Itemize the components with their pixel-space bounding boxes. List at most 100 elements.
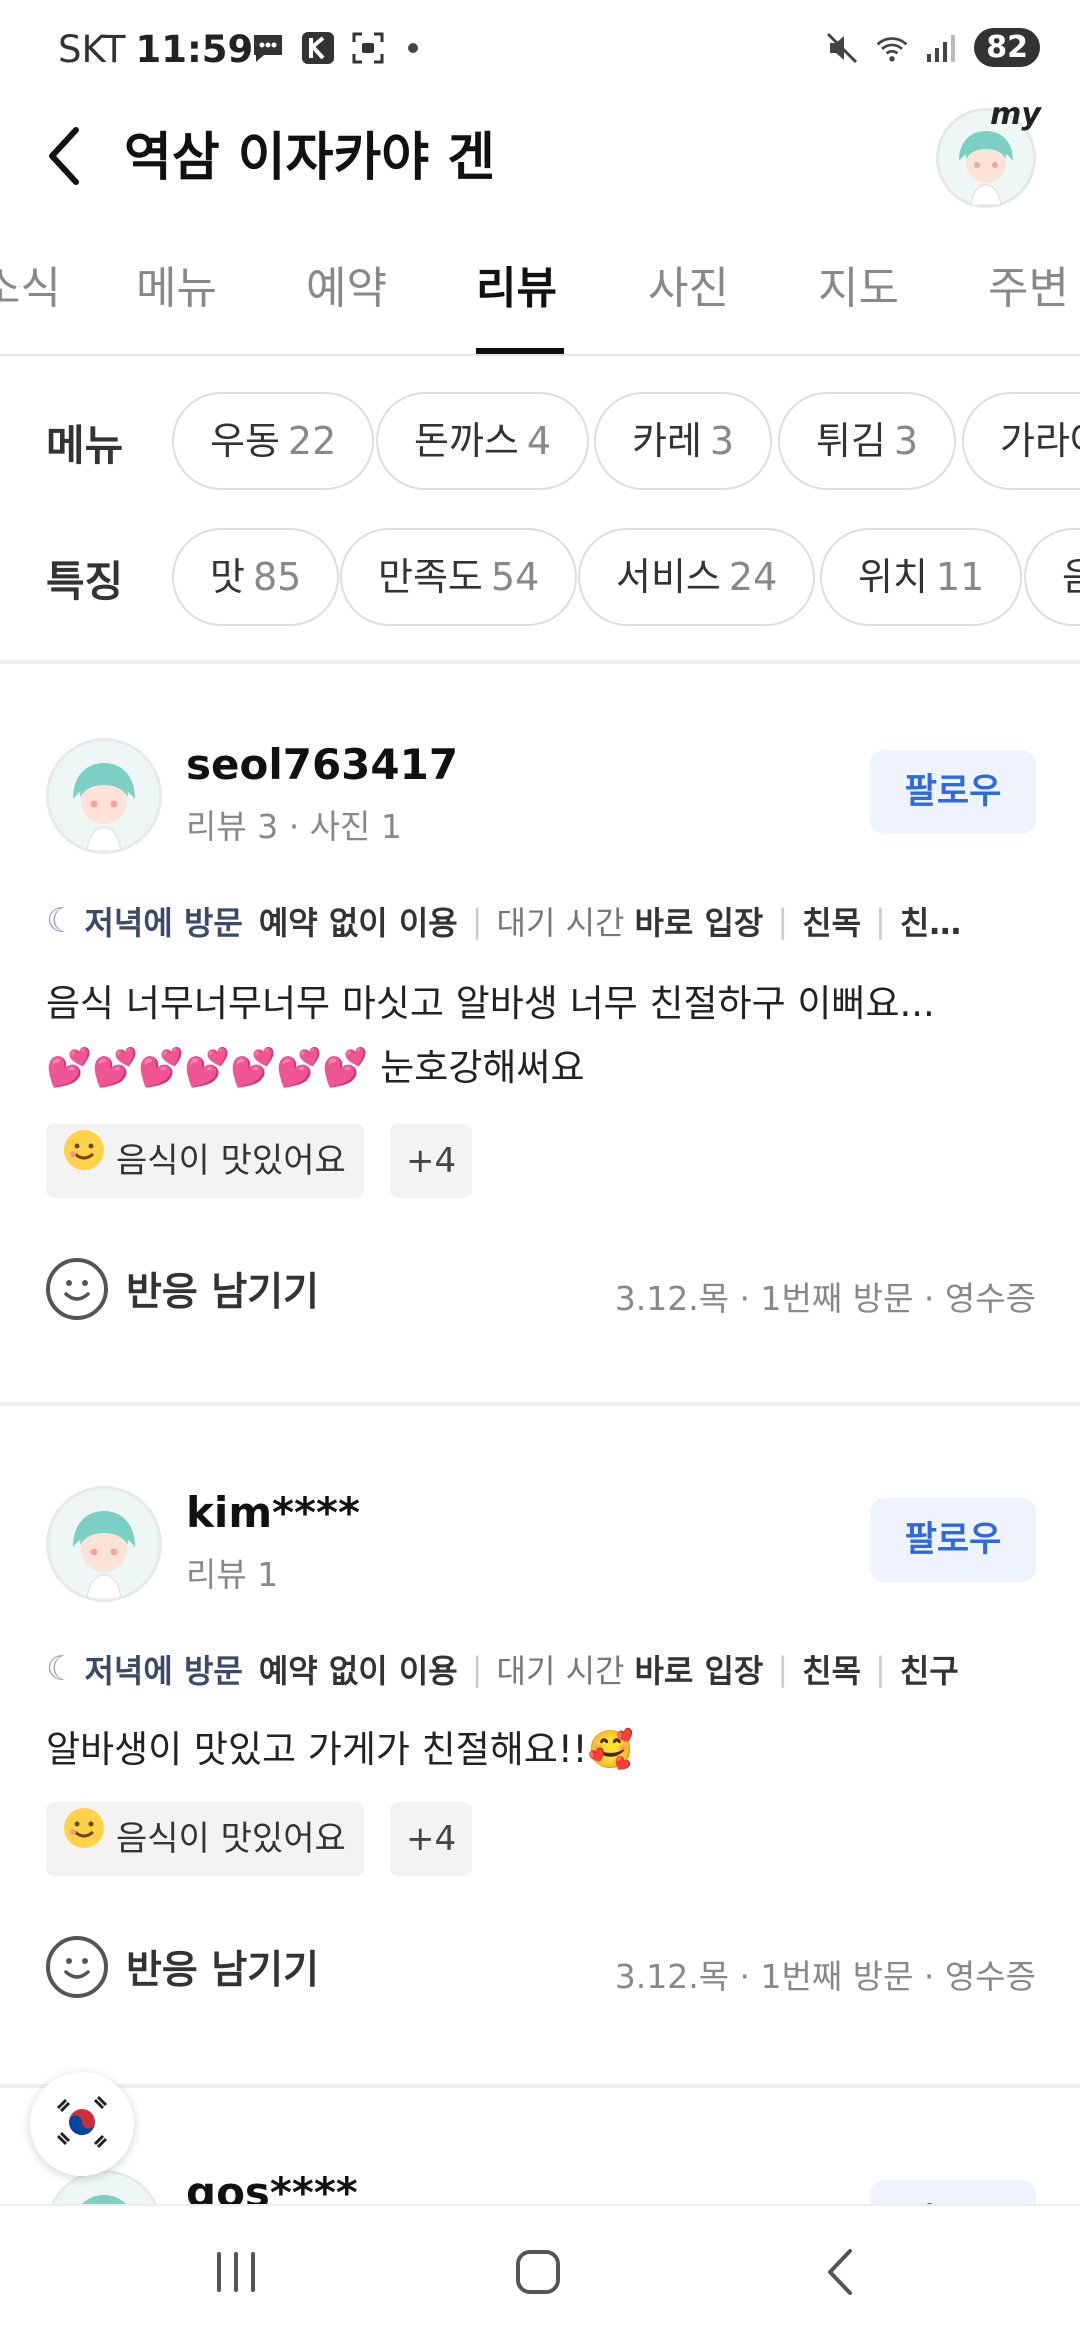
tab-photos[interactable]: 사진 <box>648 252 729 316</box>
review-tag-chip[interactable]: 음식이 맛있어요 <box>46 1124 364 1198</box>
feature-chip[interactable]: 서비스 24 <box>578 528 816 626</box>
status-carrier-time: SKT 11:59 <box>58 28 253 71</box>
home-icon <box>513 2247 563 2301</box>
avatar-illustration-icon <box>82 2195 126 2204</box>
feature-chip[interactable]: 음 <box>1024 528 1080 626</box>
review-text-line: 음식 너무너무너무 마싯고 알바생 너무 친절하구 이뻐요... <box>46 982 935 1025</box>
chip-count: 54 <box>490 555 540 599</box>
page-title: 역삼 이자카야 겐 <box>124 128 496 188</box>
reviewer-avatar[interactable] <box>46 738 162 854</box>
chip-label: 튀김 <box>816 419 886 463</box>
review-card: gos**** 팔로우 <box>0 2088 1080 2204</box>
reviewer-name[interactable]: seol763417 <box>186 740 458 789</box>
menu-chip[interactable]: 카레 3 <box>594 392 773 490</box>
visit-time: 저녁에 방문 <box>84 1652 243 1690</box>
tab-nearby[interactable]: 주변 <box>988 252 1069 316</box>
battery-indicator: 82 <box>974 28 1040 67</box>
visit-reservation: 예약 없이 이용 <box>258 904 458 942</box>
reviewer-meta: 리뷰 1 <box>186 1555 279 1594</box>
reviewer-avatar[interactable] <box>46 2170 162 2204</box>
visit-info: ☾ 저녁에 방문 예약 없이 이용 | 대기 시간 바로 입장 | 친목 | 친… <box>46 1646 1036 1692</box>
chip-label: 서비스 <box>616 555 721 599</box>
avatar-illustration-icon <box>73 763 135 851</box>
review-tag-chip[interactable]: 음식이 맛있어요 <box>46 1802 364 1876</box>
visit-purpose: 친목 <box>802 904 862 942</box>
more-tags-button[interactable]: +4 <box>390 1124 473 1198</box>
feature-chip[interactable]: 만족도 54 <box>340 528 578 626</box>
carrier-label: SKT <box>58 28 126 71</box>
k-app-icon <box>300 30 336 66</box>
visit-with: 친… <box>899 904 962 942</box>
react-button[interactable]: 반응 남기기 <box>46 1258 319 1320</box>
visit-info: ☾ 저녁에 방문 예약 없이 이용 | 대기 시간 바로 입장 | 친목 | 친… <box>46 898 1036 944</box>
my-profile-button[interactable]: my <box>936 97 1041 208</box>
reviewer-name[interactable]: kim**** <box>186 1488 360 1537</box>
menu-chip[interactable]: 우동 22 <box>172 392 375 490</box>
react-button[interactable]: 반응 남기기 <box>46 1936 319 1998</box>
language-flag-button[interactable] <box>30 2072 134 2176</box>
follow-button[interactable]: 팔로우 <box>870 750 1036 834</box>
back-arrow-icon <box>44 124 84 192</box>
review-card: kim**** 리뷰 1 팔로우 ☾ 저녁에 방문 예약 없이 이용 | 대기 … <box>0 1406 1080 2086</box>
chip-label: 음 <box>1062 555 1080 599</box>
recent-apps-icon <box>211 2250 261 2298</box>
feature-chip[interactable]: 맛 85 <box>172 528 340 626</box>
menu-chip[interactable]: 가라아 <box>962 392 1080 490</box>
active-tab-indicator <box>476 348 564 354</box>
system-nav-bar <box>0 2204 1080 2340</box>
recent-apps-button[interactable] <box>196 2242 276 2306</box>
chip-count: 3 <box>709 419 735 463</box>
chip-label: 카레 <box>632 419 702 463</box>
feature-filter-row: 특징 맛 85 만족도 54 서비스 24 위치 11 음 <box>0 526 1080 626</box>
tab-reviews[interactable]: 리뷰 <box>476 252 557 316</box>
review-text[interactable]: 음식 너무너무너무 마싯고 알바생 너무 친절하구 이뻐요... 💕💕💕💕💕💕💕… <box>46 972 1036 1100</box>
more-notifications-dot-icon <box>408 43 418 53</box>
reviewer-avatar[interactable] <box>46 1486 162 1602</box>
follow-button[interactable]: 팔로우 <box>870 2180 1036 2204</box>
chip-count: 4 <box>526 419 552 463</box>
my-label: my <box>990 97 1041 132</box>
visit-reservation: 예약 없이 이용 <box>258 1652 458 1690</box>
chip-label: 우동 <box>210 419 280 463</box>
tab-reservation[interactable]: 예약 <box>306 252 387 316</box>
react-label: 반응 남기기 <box>126 1948 319 1993</box>
smiley-emoji-icon <box>62 1124 106 1198</box>
signal-icon <box>924 30 960 66</box>
wait-label: 대기 시간 <box>496 1652 625 1690</box>
visit-time: 저녁에 방문 <box>84 904 243 942</box>
chip-label: 만족도 <box>378 555 483 599</box>
more-tags-button[interactable]: +4 <box>390 1802 473 1876</box>
home-button[interactable] <box>498 2242 578 2306</box>
wifi-icon <box>874 30 910 66</box>
reviewer-name[interactable]: gos**** <box>186 2168 358 2204</box>
chip-label: 위치 <box>858 555 928 599</box>
review-text[interactable]: 알바생이 맛있고 가게가 친절해요!!🥰 <box>46 1718 1036 1782</box>
wait-value: 바로 입장 <box>634 904 764 942</box>
back-button[interactable] <box>36 118 92 198</box>
header: 역삼 이자카야 겐 my <box>0 97 1080 230</box>
smiley-emoji-icon <box>62 1802 106 1876</box>
chip-count: 3 <box>893 419 919 463</box>
review-text-line: 💕💕💕💕💕💕💕 눈호강해써요 <box>46 1046 585 1089</box>
menu-chip[interactable]: 튀김 3 <box>778 392 957 490</box>
moon-icon: ☾ <box>46 901 77 941</box>
back-chevron-icon <box>820 2247 860 2301</box>
tab-menu[interactable]: 메뉴 <box>136 252 217 316</box>
menu-chip[interactable]: 돈까스 4 <box>376 392 590 490</box>
tab-map[interactable]: 지도 <box>818 252 899 316</box>
wait-label: 대기 시간 <box>496 904 625 942</box>
visit-purpose: 친목 <box>802 1652 862 1690</box>
clock: 11:59 <box>135 28 254 71</box>
chat-bubble-icon <box>250 30 286 66</box>
system-back-button[interactable] <box>800 2242 880 2306</box>
wait-value: 바로 입장 <box>634 1652 764 1690</box>
visit-date: 3.12.목 · 1번째 방문 · 영수증 <box>614 1279 1036 1318</box>
follow-button[interactable]: 팔로우 <box>870 1498 1036 1582</box>
chip-count: 85 <box>252 555 302 599</box>
avatar-illustration-icon <box>73 1511 135 1599</box>
feature-chip[interactable]: 위치 11 <box>820 528 1023 626</box>
moon-icon: ☾ <box>46 1649 77 1689</box>
tab-bar: 소식 메뉴 예약 리뷰 사진 지도 주변 <box>0 232 1080 356</box>
review-card: seol763417 리뷰 3 · 사진 1 팔로우 ☾ 저녁에 방문 예약 없… <box>0 664 1080 1404</box>
tab-news[interactable]: 소식 <box>0 252 61 316</box>
